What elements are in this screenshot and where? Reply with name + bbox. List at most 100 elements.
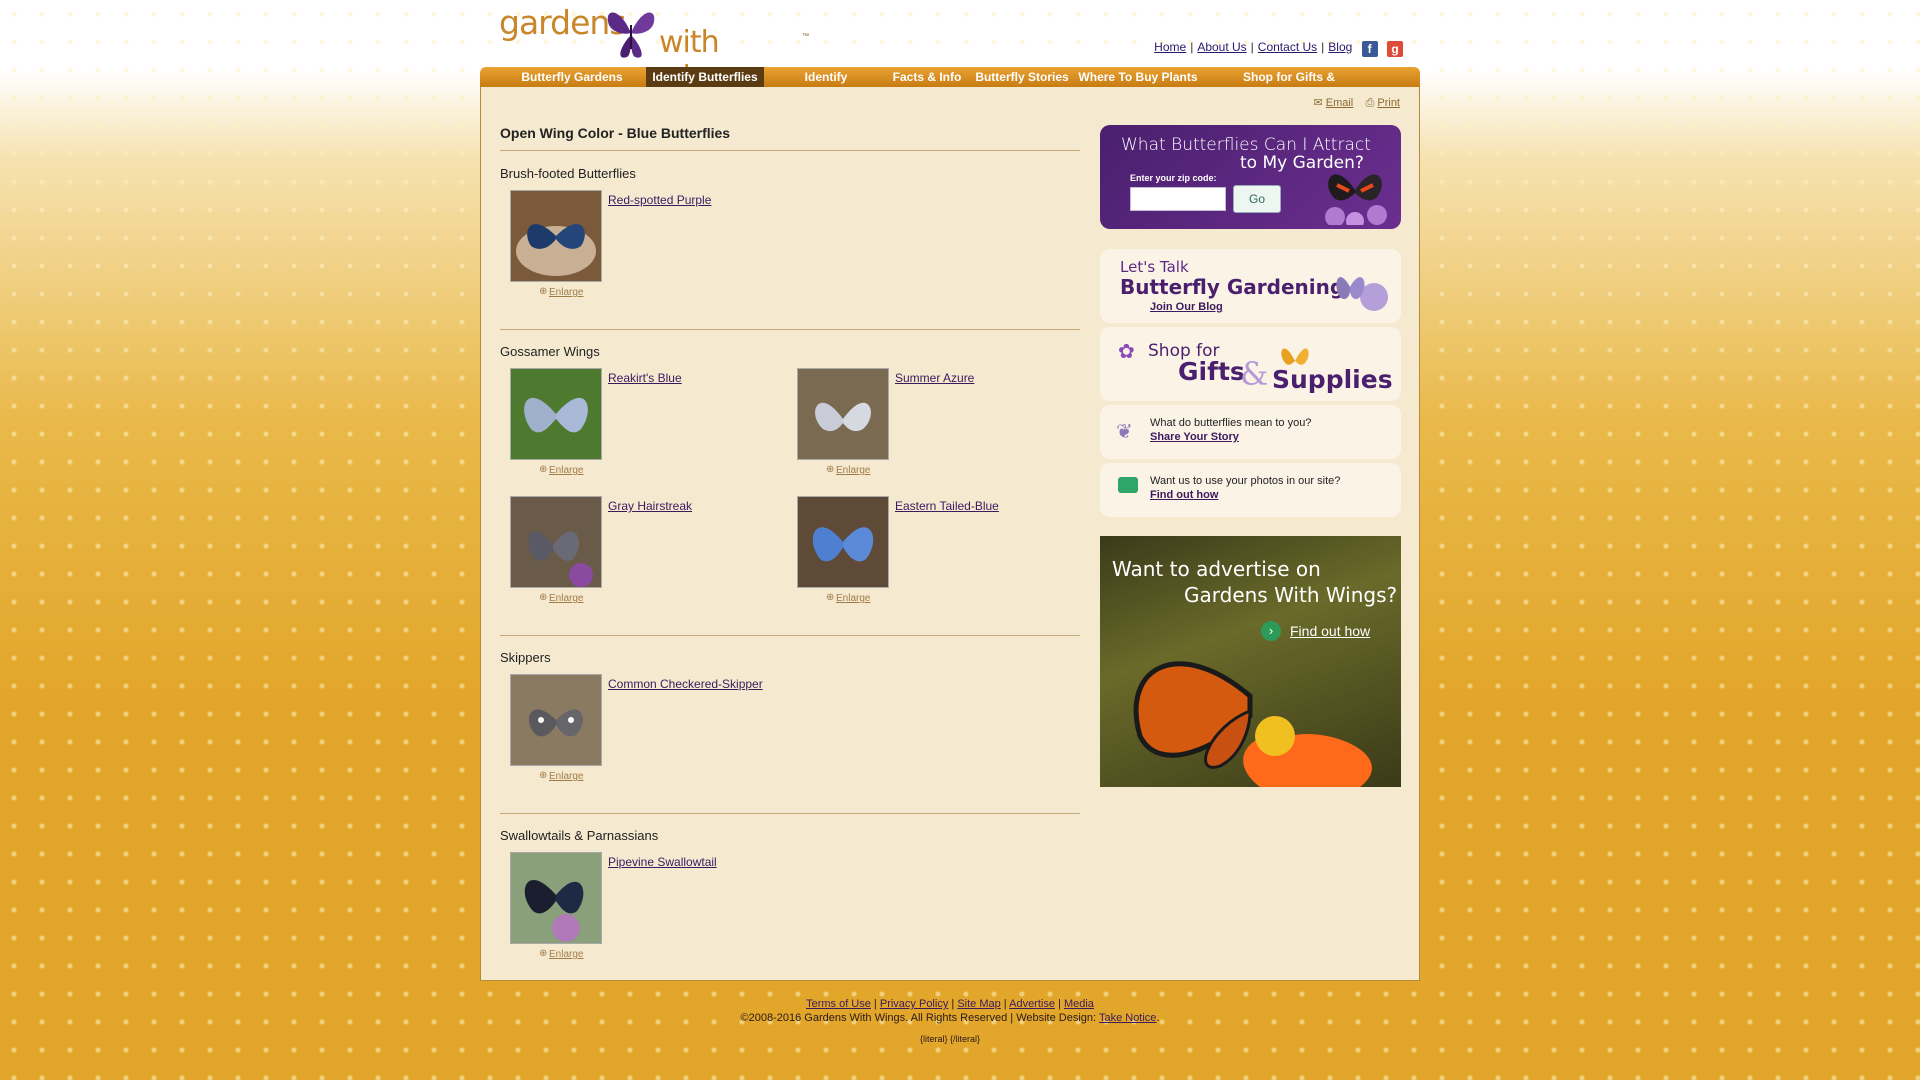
enlarge-link[interactable]: Enlarge <box>549 287 583 298</box>
email-link[interactable]: Email <box>1326 97 1354 109</box>
butterfly-small-icon: ❦ <box>1116 421 1133 443</box>
zip-label: Enter your zip code: <box>1130 173 1217 183</box>
nav-shop-gifts[interactable]: Shop for Gifts & Supplies <box>1220 67 1358 104</box>
footer: Terms of Use | Privacy Policy | Site Map… <box>480 998 1420 1044</box>
content-panel: ✉ Email ⎙ Print Open Wing Color - Blue B… <box>480 87 1420 981</box>
butterfly-thumbnail[interactable] <box>510 852 602 944</box>
zip-input[interactable] <box>1130 187 1226 211</box>
butterfly-thumbnail[interactable] <box>797 496 889 588</box>
divider <box>500 150 1080 151</box>
butterfly-item: Gray Hairstreak ⊕ Enlarge <box>500 496 780 606</box>
butterfly-item: Summer Azure ⊕ Enlarge <box>787 368 1067 478</box>
print-link[interactable]: Print <box>1377 97 1400 109</box>
category-heading: Gossamer Wings <box>500 344 600 359</box>
blog-promo[interactable]: Let's Talk Butterfly Gardening Join Our … <box>1100 249 1401 323</box>
butterfly-thumbnail[interactable] <box>510 368 602 460</box>
story-promo-text: What do butterflies mean to you? <box>1150 417 1312 429</box>
butterfly-link[interactable]: Pipevine Swallowtail <box>608 855 717 869</box>
butterfly-thumbnail[interactable] <box>797 368 889 460</box>
enlarge-link[interactable]: Enlarge <box>836 465 870 476</box>
butterfly-thumbnail[interactable] <box>510 496 602 588</box>
zip-title-line1: What Butterflies Can I Attract <box>1121 135 1371 155</box>
butterfly-item: Reakirt's Blue ⊕ Enlarge <box>500 368 780 478</box>
butterfly-item: Red-spotted Purple ⊕ Enlarge <box>500 190 780 300</box>
butterfly-thumbnail[interactable] <box>510 674 602 766</box>
nav-identify-caterpillars[interactable]: Identify Caterpillars <box>770 67 882 104</box>
magnify-icon: ⊕ <box>539 592 548 603</box>
magnify-icon: ⊕ <box>539 286 548 297</box>
print-icon: ⎙ <box>1365 97 1375 109</box>
nav-facts-info[interactable]: Facts & Info <box>888 67 966 87</box>
butterfly-link[interactable]: Common Checkered-Skipper <box>608 677 763 691</box>
footer-link-privacy[interactable]: Privacy Policy <box>880 998 948 1010</box>
footer-link-sitemap[interactable]: Site Map <box>957 998 1000 1010</box>
shop-promo-gifts: Gifts <box>1178 357 1245 386</box>
butterfly-link[interactable]: Summer Azure <box>895 371 974 385</box>
divider <box>500 635 1080 636</box>
butterfly-link[interactable]: Eastern Tailed-Blue <box>895 499 999 513</box>
butterfly-link[interactable]: Red-spotted Purple <box>608 193 711 207</box>
top-link-contact[interactable]: Contact Us <box>1258 40 1317 54</box>
nav-identify-butterflies[interactable]: Identify Butterflies <box>646 67 764 87</box>
footer-links: Terms of Use | Privacy Policy | Site Map… <box>806 998 1094 1010</box>
nav-where-to-buy[interactable]: Where To Buy Plants <box>1078 67 1198 87</box>
orange-butterfly-icon <box>1281 348 1309 365</box>
advertise-banner[interactable]: Want to advertise on Gardens With Wings?… <box>1100 536 1401 787</box>
shop-promo[interactable]: ✿ Shop for Gifts & Supplies <box>1100 327 1401 401</box>
magnify-icon: ⊕ <box>539 464 548 475</box>
top-link-home[interactable]: Home <box>1154 40 1186 54</box>
butterfly-link[interactable]: Reakirt's Blue <box>608 371 682 385</box>
category-heading: Skippers <box>500 650 551 665</box>
category-heading: Brush-footed Butterflies <box>500 166 636 181</box>
take-notice-link[interactable]: Take Notice <box>1099 1012 1156 1024</box>
shop-promo-amp: & <box>1240 355 1269 393</box>
share-story-link[interactable]: Share Your Story <box>1150 431 1239 443</box>
ad-line1: Want to advertise on <box>1112 557 1321 581</box>
red-admiral-butterfly-icon <box>1325 174 1387 225</box>
footer-literal: {literal} {/literal} <box>919 1034 981 1044</box>
page-title: Open Wing Color - Blue Butterflies <box>500 125 731 141</box>
butterfly-thumbnail[interactable] <box>510 190 602 282</box>
main-nav: Butterfly Gardens Identify Butterflies I… <box>480 67 1420 104</box>
page-tools: ✉ Email ⎙ Print <box>1313 96 1400 110</box>
photo-find-out-link[interactable]: Find out how <box>1150 489 1218 501</box>
nav-butterfly-gardens[interactable]: Butterfly Gardens <box>502 67 642 87</box>
zip-search-box: What Butterflies Can I Attract to My Gar… <box>1100 125 1401 229</box>
zip-go-button[interactable]: Go <box>1233 185 1281 213</box>
camera-icon <box>1118 477 1138 493</box>
top-link-about[interactable]: About Us <box>1197 40 1246 54</box>
magnify-icon: ⊕ <box>826 592 835 603</box>
enlarge-link[interactable]: Enlarge <box>549 771 583 782</box>
blog-promo-line1: Let's Talk <box>1120 258 1189 276</box>
enlarge-link[interactable]: Enlarge <box>549 593 583 604</box>
site-logo[interactable]: gardens with wings ™ <box>499 3 809 95</box>
butterfly-link[interactable]: Gray Hairstreak <box>608 499 692 513</box>
nav-butterfly-stories[interactable]: Butterfly Stories <box>974 67 1070 87</box>
photo-promo-text: Want us to use your photos in our site? <box>1150 475 1341 487</box>
butterfly-logo-icon <box>607 12 655 58</box>
enlarge-link[interactable]: Enlarge <box>549 949 583 960</box>
enlarge-link[interactable]: Enlarge <box>549 465 583 476</box>
enlarge-link[interactable]: Enlarge <box>836 593 870 604</box>
footer-copyright: ©2008-2016 Gardens With Wings. All Right… <box>740 1012 1160 1024</box>
blog-promo-line2: Butterfly Gardening <box>1120 275 1345 299</box>
story-promo[interactable]: ❦ What do butterflies mean to you? Share… <box>1100 405 1401 459</box>
divider <box>500 813 1080 814</box>
footer-link-advertise[interactable]: Advertise <box>1009 998 1055 1010</box>
google-plus-icon[interactable]: g <box>1387 41 1403 57</box>
join-blog-link[interactable]: Join Our Blog <box>1150 301 1223 313</box>
footer-link-terms[interactable]: Terms of Use <box>806 998 871 1010</box>
magnify-icon: ⊕ <box>539 948 548 959</box>
butterfly-item: Common Checkered-Skipper ⊕ Enlarge <box>500 674 780 784</box>
top-link-blog[interactable]: Blog <box>1328 40 1352 54</box>
butterfly-icon <box>1336 277 1388 311</box>
divider <box>500 329 1080 330</box>
photo-promo[interactable]: Want us to use your photos in our site? … <box>1100 463 1401 517</box>
facebook-icon[interactable]: f <box>1361 41 1378 57</box>
butterfly-item: Eastern Tailed-Blue ⊕ Enlarge <box>787 496 1067 606</box>
category-heading: Swallowtails & Parnassians <box>500 828 659 843</box>
logo-trademark: ™ <box>802 33 809 40</box>
butterfly-item: Pipevine Swallowtail ⊕ Enlarge <box>500 852 780 962</box>
footer-link-media[interactable]: Media <box>1064 998 1094 1010</box>
ad-find-out-link[interactable]: Find out how <box>1290 623 1370 639</box>
